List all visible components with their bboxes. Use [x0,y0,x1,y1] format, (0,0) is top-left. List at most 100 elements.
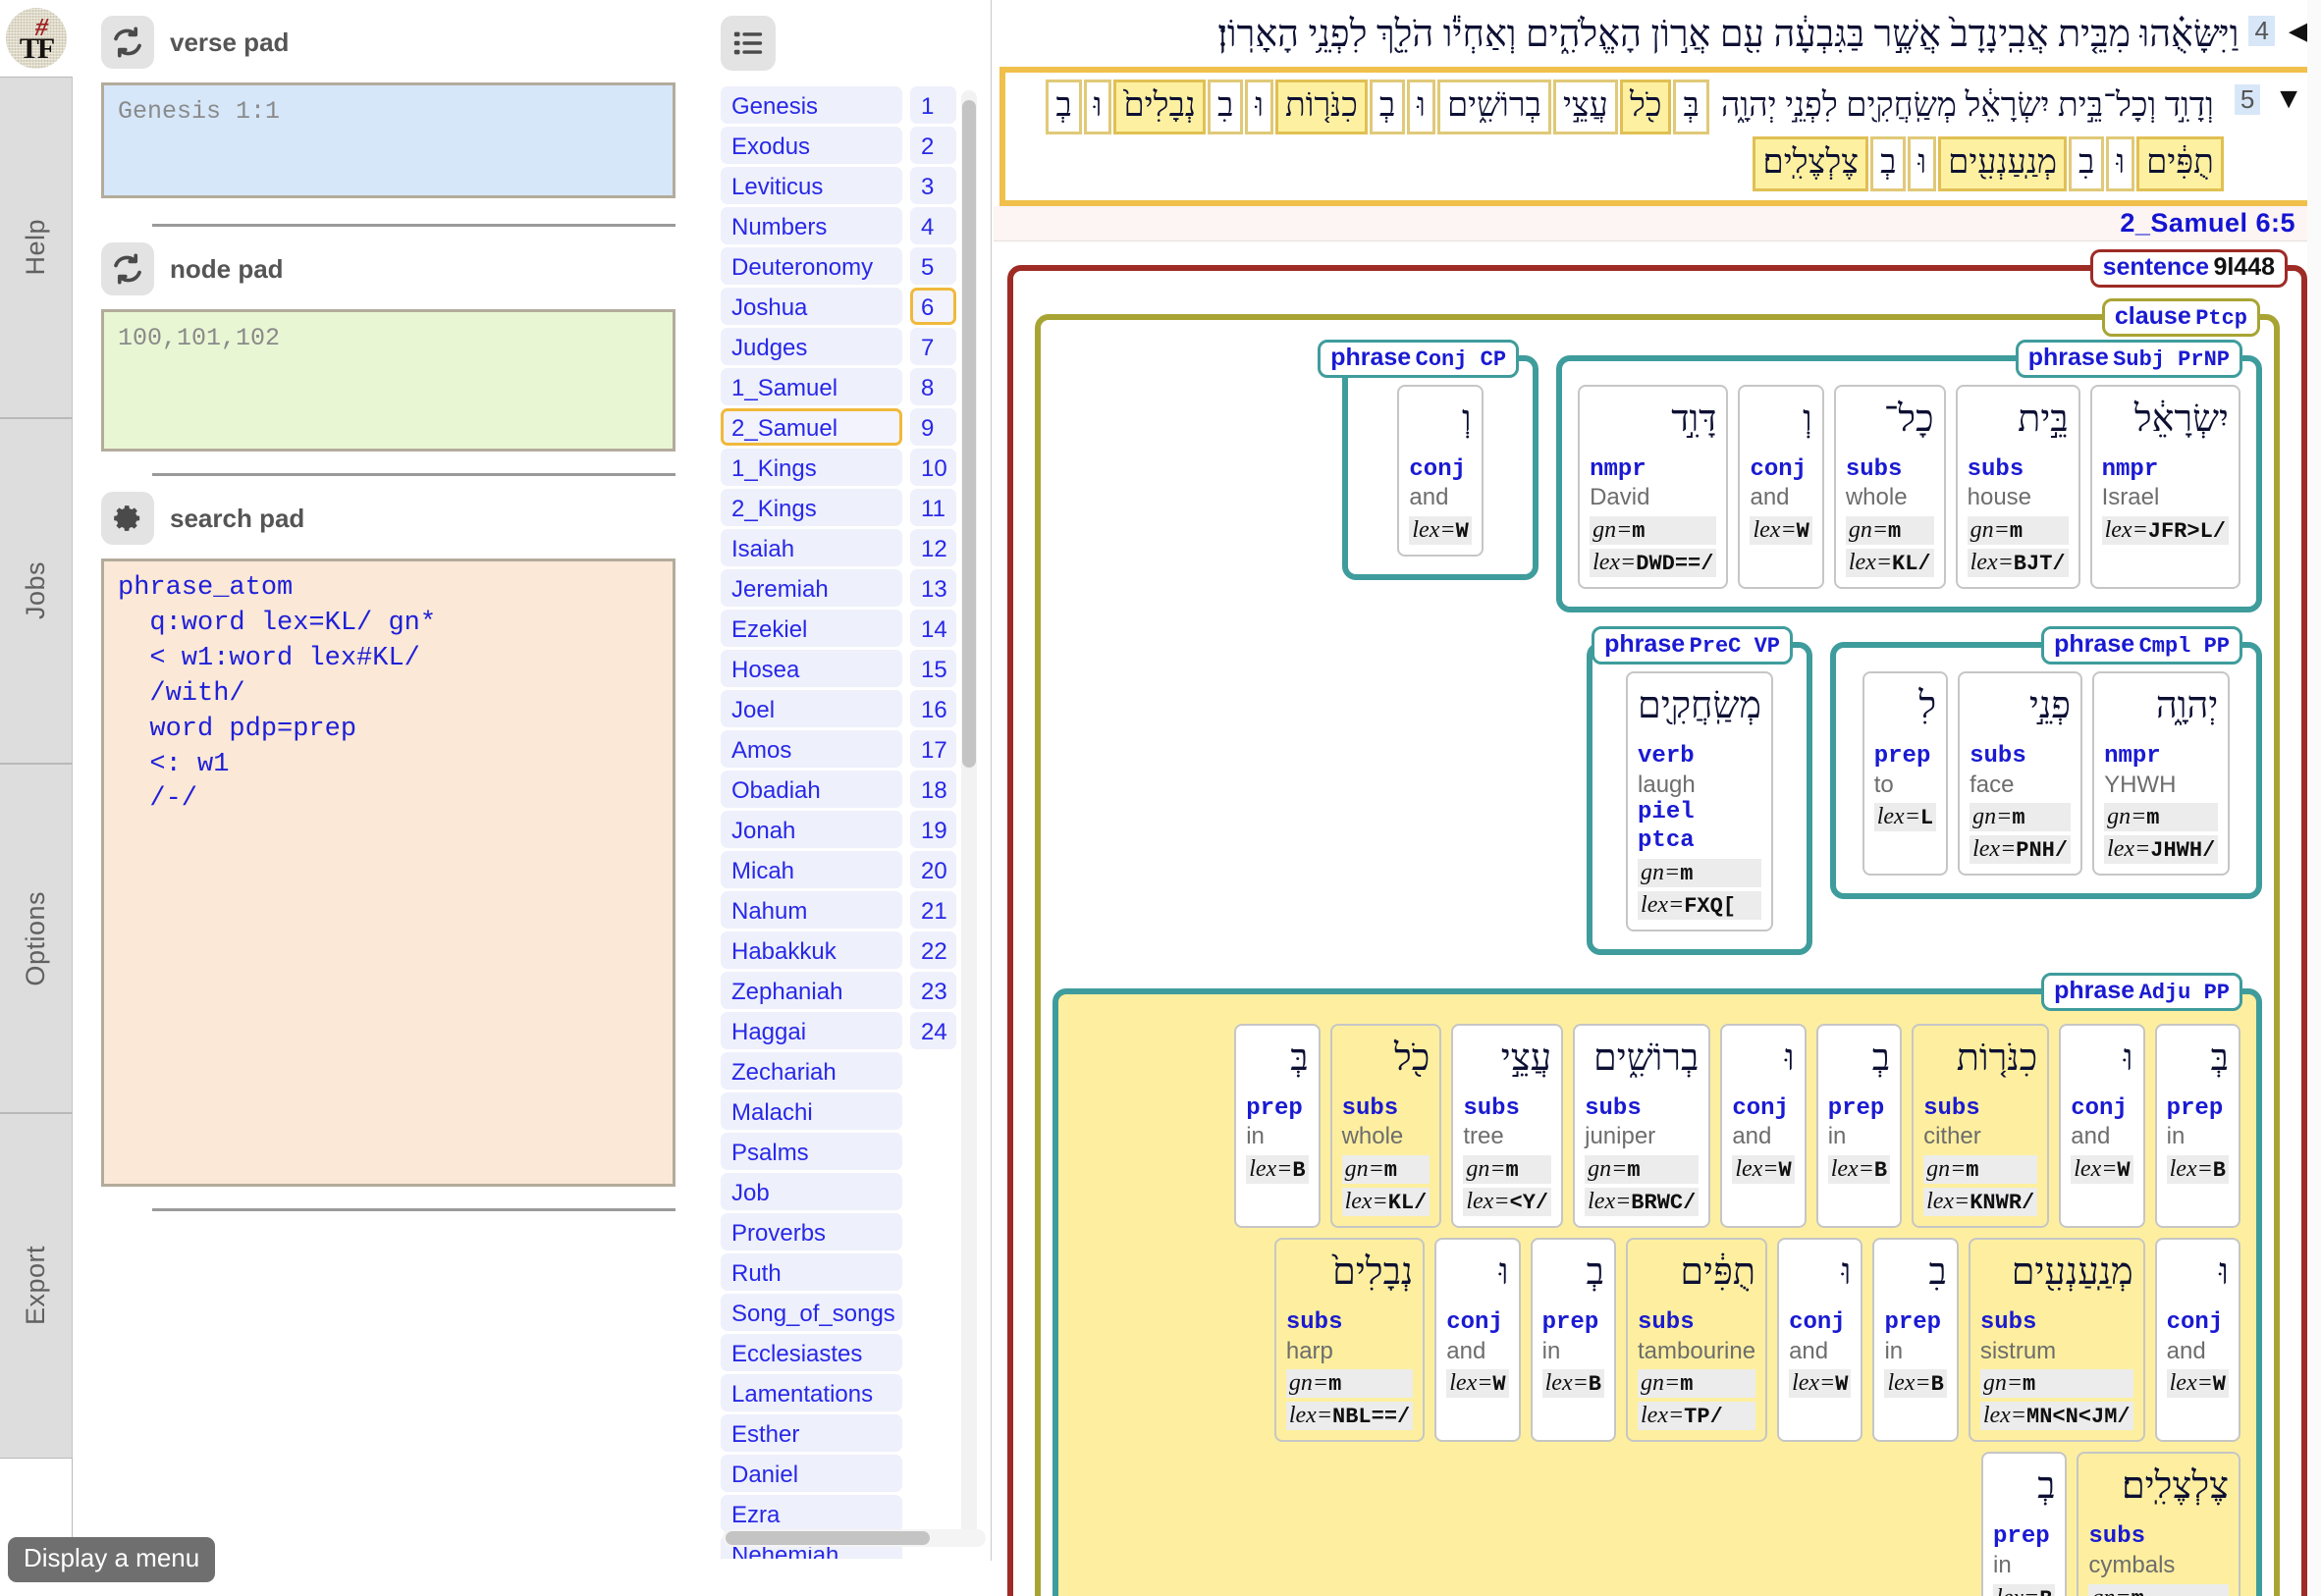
chapter-item-16[interactable]: 16 [910,690,956,727]
chapter-item-13[interactable]: 13 [910,569,956,607]
phrase-subj-prnp-tag[interactable]: phrase Subj PrNP [2015,339,2242,378]
book-item-deuteronomy[interactable]: Deuteronomy [721,247,902,285]
refresh-icon[interactable] [101,242,154,295]
book-item-leviticus[interactable]: Leviticus [721,167,902,204]
chapter-item-5[interactable]: 5 [910,247,956,285]
word-card[interactable]: צֶלְצֶלִֽים׃subscymbalsgn=mlex=YLYLJM/ [2077,1452,2240,1596]
phrase-cmpl-pp[interactable]: phrase Cmpl PP יְהוָ֑ה nmpr YHWH gn=m lex=JH… [1830,626,2262,900]
word-card[interactable]: וּ conj and lex=W [2059,1023,2145,1229]
chapter-item-21[interactable]: 21 [910,891,956,929]
word-card[interactable]: תֻפִּ֔ים subs tambourine gn=m lex=TP/ [1626,1238,1768,1443]
chapter-item-7[interactable]: 7 [910,328,956,365]
book-item-joshua[interactable]: Joshua [721,288,902,325]
book-item-ezra[interactable]: Ezra [721,1495,902,1532]
chapter-item-19[interactable]: 19 [910,811,956,848]
chapter-list[interactable]: 1 2 3 4 5 6 7 8 9 10 11 12 13 14 15 16 17 18 19 20 21 22 23 24 [910,86,956,1559]
book-item-zechariah[interactable]: Zechariah [721,1052,902,1090]
verse-word[interactable]: כֹ֖ל [1619,80,1672,135]
book-item-job[interactable]: Job [721,1173,902,1210]
book-item-jonah[interactable]: Jonah [721,811,902,848]
chapter-item-3[interactable]: 3 [910,167,956,204]
chapter-item-10[interactable]: 10 [910,449,956,486]
book-item-esther[interactable]: Esther [721,1414,902,1452]
word-card[interactable]: בְ prepin lex=B [1815,1023,1903,1229]
book-item-amos[interactable]: Amos [721,730,902,768]
book-item-ezekiel[interactable]: Ezekiel [721,610,902,647]
list-icon[interactable] [721,16,776,71]
verse-text-4[interactable]: וַיִּשָּׂאֻ֗הוּ מִבֵּ֤ית אֲבִֽינָדָב֙ אֲ… [1003,10,2239,59]
phrase-conj-cp-tag[interactable]: phrase Conj CP [1318,339,1520,378]
word-card[interactable]: וּ conj and lex=W [1777,1238,1863,1443]
book-item-joel[interactable]: Joel [721,690,902,727]
word-card[interactable]: כִנֹּר֤וֹת subs cither gn=m lex=KNWR/ [1912,1023,2050,1229]
chapter-item-11[interactable]: 11 [910,489,956,526]
book-item-lamentations[interactable]: Lamentations [721,1374,902,1411]
verse-word[interactable]: בִ [1207,80,1244,135]
verse-word[interactable]: מְנַֽעַנְעִ֖ים [1938,136,2068,191]
book-item-1_kings[interactable]: 1_Kings [721,449,902,486]
phrase-prec-vp[interactable]: phrase PreC VP מְשַֽׂחֲקִ֖ים verb laugh pie… [1587,626,1812,955]
word-card[interactable]: בְ prepin lex=B [1981,1452,2068,1596]
book-item-psalms[interactable]: Psalms [721,1133,902,1170]
word-card[interactable]: כָל־ subs whole gn=m lex=KL/ [1833,384,1946,590]
phrase-prec-vp-tag[interactable]: phrase PreC VP [1592,626,1793,665]
word-card[interactable]: בֵּ֣ית subs house gn=m lex=BJT/ [1955,384,2080,590]
word-card[interactable]: נְבָלִים֙ subs harp gn=m lex=NBL==/ [1273,1238,1426,1443]
clause-tag[interactable]: clause Ptcp [2101,297,2260,337]
chapter-item-9[interactable]: 9 [910,408,956,446]
chapter-item-22[interactable]: 22 [910,931,956,969]
word-card[interactable]: בִ prep in lex=B [1872,1238,1959,1443]
word-card[interactable]: בְּ prep in lex=B [1234,1023,1321,1229]
word-card[interactable]: בְּ prep in lex=B [2154,1023,2240,1229]
chapter-item-20[interactable]: 20 [910,851,956,888]
chapter-item-14[interactable]: 14 [910,610,956,647]
tab-jobs[interactable]: Jobs [0,418,73,764]
word-card[interactable]: דָּוִ֣ד nmpr David gn=m lex=DWD==/ [1578,384,1729,590]
chapter-item-18[interactable]: 18 [910,771,956,808]
verse-word[interactable]: עֲצֵ֣י [1552,80,1618,135]
word-card[interactable]: וּ conj and lex=W [1720,1023,1807,1229]
book-item-malachi[interactable]: Malachi [721,1092,902,1130]
verse-word[interactable]: וּ [2106,136,2135,191]
verse-word[interactable]: וּ [1245,80,1274,135]
verse-word[interactable]: תֻפִּ֔ים [2136,136,2224,191]
phrase-adju-pp[interactable]: phrase Adju PP בְּ prep in lex=B וּ conj and le… [1053,972,2262,1596]
book-item-haggai[interactable]: Haggai [721,1012,902,1049]
verse-number-4[interactable]: 4 [2248,16,2275,46]
chapter-item-15[interactable]: 15 [910,650,956,687]
verse-word[interactable]: בְ [1046,80,1082,135]
verse-number-5[interactable]: 5 [2234,84,2261,116]
book-item-judges[interactable]: Judges [721,328,902,365]
verse-word[interactable]: וְדָוִ֣ד וְכָל־בֵּ֣ית יִשְׂרָאֵ֔ל מְשַֽׂ… [1710,80,2224,135]
verse-word[interactable]: בְ [1870,136,1907,191]
word-card[interactable]: יִשְׂרָאֵ֔ל nmpr Israel lex=JFR>L/ [2089,384,2240,590]
passage-reference[interactable]: 2_Samuel 6:5 [2120,208,2295,238]
phrase-subj-prnp[interactable]: phrase Subj PrNP יִשְׂרָאֵ֔ל nmpr Israel le… [1556,339,2262,613]
word-card[interactable]: פְנֵ֣י subs face gn=m lex=PNH/ [1958,671,2083,877]
phrase-cmpl-pp-tag[interactable]: phrase Cmpl PP [2041,626,2242,665]
verse-word[interactable]: וּ [1407,80,1435,135]
gear-icon[interactable] [101,492,154,545]
sentence-box[interactable]: sentence 9l448 clause Ptcp phrase Subj P… [1007,248,2307,1596]
phrase-adju-pp-tag[interactable]: phrase Adju PP [2041,972,2242,1011]
book-item-genesis[interactable]: Genesis [721,86,902,124]
book-item-ecclesiastes[interactable]: Ecclesiastes [721,1334,902,1371]
chapter-item-17[interactable]: 17 [910,730,956,768]
picker-horizontal-scrollbar[interactable] [723,1529,986,1547]
verse-word[interactable]: בִ [2069,136,2105,191]
verse-word[interactable]: בְּ [1673,80,1709,135]
book-item-ruth[interactable]: Ruth [721,1253,902,1291]
word-card[interactable]: לִ prep to lex=L [1862,671,1949,877]
sentence-tag[interactable]: sentence 9l448 [2089,248,2288,288]
chapter-item-8[interactable]: 8 [910,368,956,405]
chapter-item-6[interactable]: 6 [910,288,956,325]
verse-word[interactable]: צֶלְצֶלִֽים׃ [1753,136,1869,191]
book-item-zephaniah[interactable]: Zephaniah [721,972,902,1009]
book-item-1_samuel[interactable]: 1_Samuel [721,368,902,405]
book-item-2_samuel[interactable]: 2_Samuel [721,408,902,446]
book-item-nahum[interactable]: Nahum [721,891,902,929]
expand-verse-arrow[interactable]: ▼ [2274,82,2303,116]
chapter-item-12[interactable]: 12 [910,529,956,566]
book-item-exodus[interactable]: Exodus [721,127,902,164]
phrase-conj-cp[interactable]: phrase Conj CP וְ conj and lex=W [1318,339,1539,581]
